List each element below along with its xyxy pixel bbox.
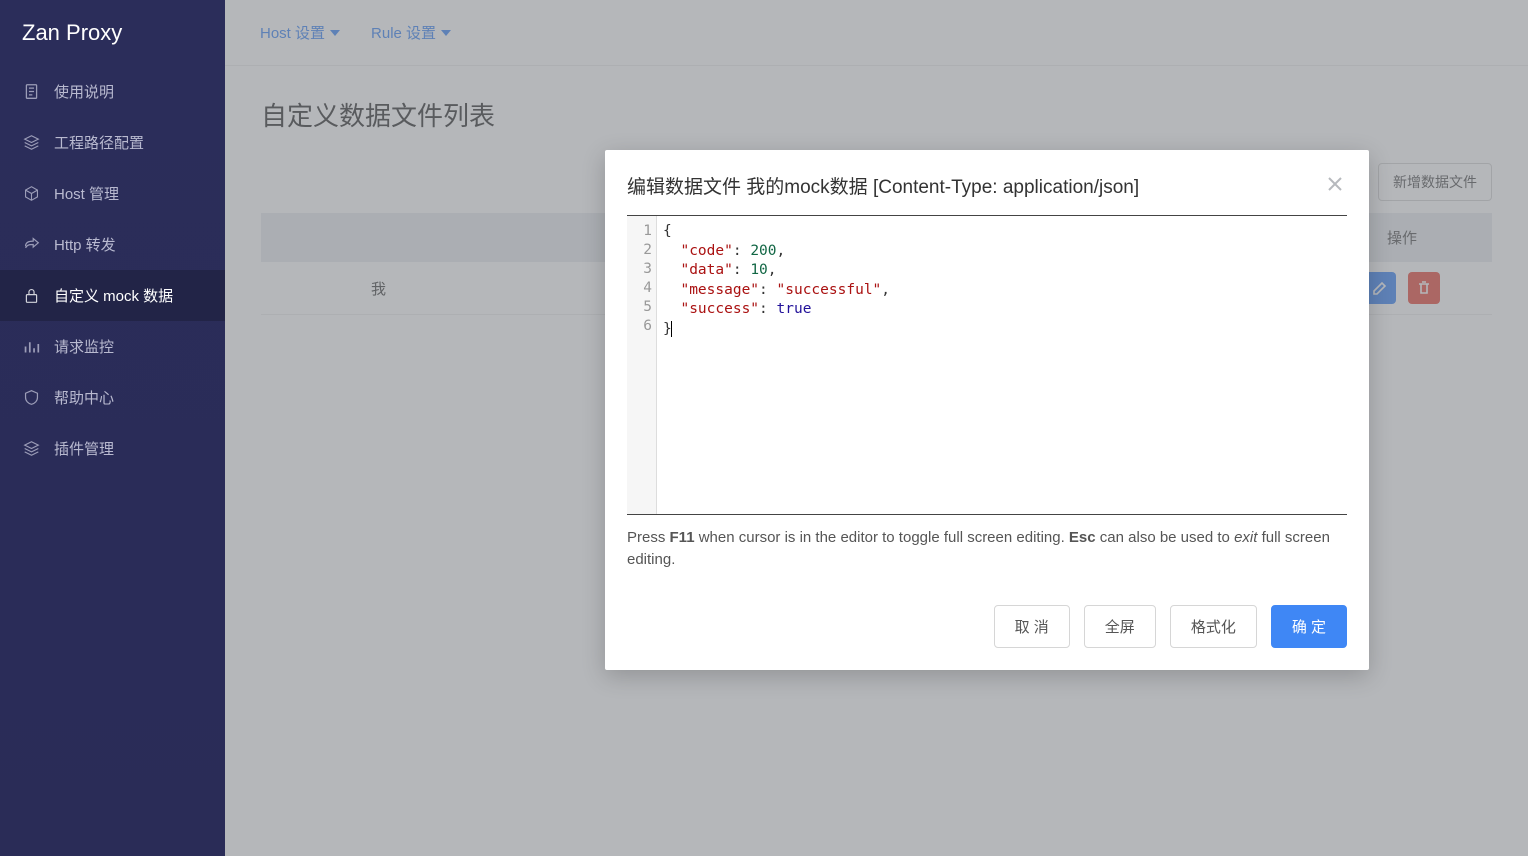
sidebar-item-5[interactable]: 请求监控 [0,321,225,372]
sidebar-item-label: Host 管理 [54,183,119,204]
sidebar-item-7[interactable]: 插件管理 [0,423,225,474]
chart-icon [22,338,40,355]
shield-icon [22,389,40,406]
close-icon [1325,174,1345,194]
code-editor[interactable]: 123456 { "code": 200, "data": 10, "messa… [627,215,1347,515]
sidebar-item-4[interactable]: 自定义 mock 数据 [0,270,225,321]
sidebar-item-label: 自定义 mock 数据 [54,285,173,306]
lock-icon [22,287,40,304]
app-root: Zan Proxy 使用说明工程路径配置 Host 管理 Http 转发自定义 mo… [0,0,1528,856]
hint-text: Press [627,529,670,546]
hint-text: can also be used to [1096,529,1234,546]
modal-footer: 取 消 全屏 格式化 确 定 [627,605,1347,648]
main-area: Host 设置 Rule 设置 自定义数据文件列表 新增数据文件 操作 我 [225,0,1528,856]
forward-icon [22,236,40,253]
doc-icon [22,83,40,100]
hint-esc: Esc [1069,529,1096,546]
sidebar-item-label: 请求监控 [54,336,114,357]
format-button[interactable]: 格式化 [1170,605,1257,648]
editor-code-area[interactable]: { "code": 200, "data": 10, "message": "s… [657,216,1347,514]
sidebar-item-label: 工程路径配置 [54,132,144,153]
modal-header: 编辑数据文件 我的mock数据 [Content-Type: applicati… [627,172,1347,199]
sidebar-item-2[interactable]: Host 管理 [0,168,225,219]
sidebar-nav: 使用说明工程路径配置 Host 管理 Http 转发自定义 mock 数据请求监控帮… [0,66,225,474]
editor-hint: Press F11 when cursor is in the editor t… [627,527,1347,571]
editor-gutter: 123456 [627,216,657,514]
hint-text: when cursor is in the editor to toggle f… [695,529,1069,546]
layers-icon [22,134,40,151]
hint-exit: exit [1234,529,1257,546]
cancel-button[interactable]: 取 消 [994,605,1070,648]
sidebar-item-label: 使用说明 [54,81,114,102]
sidebar-item-0[interactable]: 使用说明 [0,66,225,117]
sidebar-item-label: 插件管理 [54,438,114,459]
sidebar: Zan Proxy 使用说明工程路径配置 Host 管理 Http 转发自定义 mo… [0,0,225,856]
hint-f11: F11 [670,529,695,546]
fullscreen-button[interactable]: 全屏 [1084,605,1156,648]
close-button[interactable] [1323,172,1347,196]
modal-title: 编辑数据文件 我的mock数据 [Content-Type: applicati… [627,172,1139,199]
edit-data-modal: 编辑数据文件 我的mock数据 [Content-Type: applicati… [605,150,1369,670]
sidebar-item-1[interactable]: 工程路径配置 [0,117,225,168]
sidebar-item-label: Http 转发 [54,234,116,255]
confirm-button[interactable]: 确 定 [1271,605,1347,648]
cube-icon [22,185,40,202]
brand-title: Zan Proxy [0,0,225,66]
sidebar-item-3[interactable]: Http 转发 [0,219,225,270]
sidebar-item-label: 帮助中心 [54,387,114,408]
sidebar-item-6[interactable]: 帮助中心 [0,372,225,423]
layers-icon [22,440,40,457]
